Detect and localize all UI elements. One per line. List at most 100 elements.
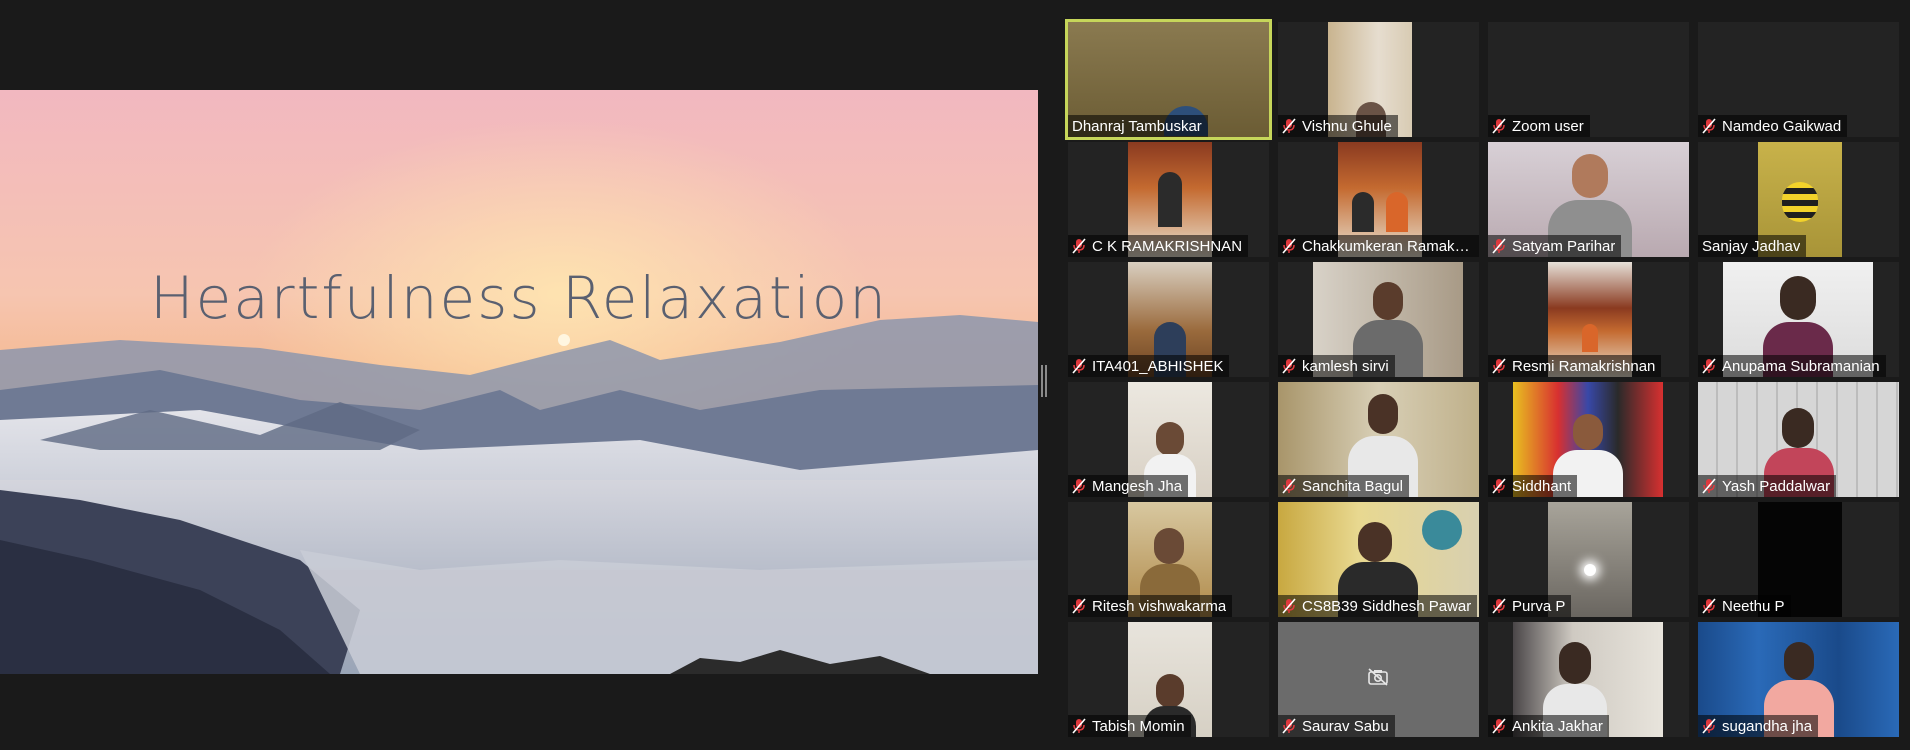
participant-tile[interactable]: Sanchita Bagul [1278,382,1479,497]
participant-tile[interactable]: Yash Paddalwar [1698,382,1899,497]
name-label: Zoom user [1488,115,1590,137]
mic-muted-icon [1282,118,1296,134]
name-label: C K RAMAKRISHNAN [1068,235,1249,257]
participant-name: kamlesh sirvi [1302,357,1389,375]
mic-muted-icon [1702,598,1716,614]
mic-muted-icon [1702,718,1716,734]
participant-name: Chakkumkeran Ramakrishnan [1302,237,1474,255]
participant-name: Dhanraj Tambuskar [1072,117,1202,135]
participant-tile[interactable]: kamlesh sirvi [1278,262,1479,377]
mic-muted-icon [1072,478,1086,494]
participant-tile[interactable]: Resmi Ramakrishnan [1488,262,1689,377]
name-label: Mangesh Jha [1068,475,1189,497]
name-label: Satyam Parihar [1488,235,1622,257]
participant-tile[interactable]: Ankita Jakhar [1488,622,1689,737]
participant-name: sugandha jha [1722,717,1813,735]
name-label: Purva P [1488,595,1572,617]
participant-name: Ritesh vishwakarma [1092,597,1227,615]
participant-name: Namdeo Gaikwad [1722,117,1842,135]
participant-name: Zoom user [1512,117,1584,135]
mic-muted-icon [1282,358,1296,374]
name-label: Sanjay Jadhav [1698,235,1807,257]
name-label: Ritesh vishwakarma [1068,595,1233,617]
mic-muted-icon [1492,118,1506,134]
participant-name: Vishnu Ghule [1302,117,1392,135]
mic-muted-icon [1282,718,1296,734]
mic-muted-icon [1072,238,1086,254]
name-label: Namdeo Gaikwad [1698,115,1848,137]
participant-name: Neethu P [1722,597,1785,615]
mic-muted-icon [1702,478,1716,494]
name-label: CS8B39 Siddhesh Pawar [1278,595,1478,617]
participant-tile[interactable]: Dhanraj Tambuskar [1065,19,1272,140]
participant-name: Satyam Parihar [1512,237,1616,255]
participant-tile[interactable]: Chakkumkeran Ramakrishnan [1278,142,1479,257]
name-label: ITA401_ABHISHEK [1068,355,1230,377]
participant-tile[interactable]: ITA401_ABHISHEK [1068,262,1269,377]
participant-tile[interactable]: Vishnu Ghule [1278,22,1479,137]
participant-name: Siddhant [1512,477,1572,495]
participant-tile[interactable]: Ritesh vishwakarma [1068,502,1269,617]
name-label: Dhanraj Tambuskar [1068,115,1208,137]
participant-name: Sanjay Jadhav [1702,237,1801,255]
participant-tile[interactable]: Saurav Sabu [1278,622,1479,737]
mic-muted-icon [1072,718,1086,734]
name-label: Yash Paddalwar [1698,475,1837,497]
mic-muted-icon [1492,358,1506,374]
participant-name: C K RAMAKRISHNAN [1092,237,1243,255]
participant-tile[interactable]: Anupama Subramanian [1698,262,1899,377]
participant-name: CS8B39 Siddhesh Pawar [1302,597,1472,615]
participant-name: Sanchita Bagul [1302,477,1403,495]
slide-background-image [0,90,1038,674]
name-label: Resmi Ramakrishnan [1488,355,1662,377]
participant-name: Yash Paddalwar [1722,477,1831,495]
shared-screen: Heartfulness Relaxation [0,90,1038,674]
mic-muted-icon [1702,118,1716,134]
name-label: kamlesh sirvi [1278,355,1395,377]
slide-title: Heartfulness Relaxation [149,264,889,332]
participant-tile[interactable]: C K RAMAKRISHNAN [1068,142,1269,257]
participant-gallery: Dhanraj Tambuskar Vishnu Ghule Zoom user… [1065,19,1908,738]
mic-muted-icon [1492,718,1506,734]
participant-tile[interactable]: sugandha jha [1698,622,1899,737]
name-label: Vishnu Ghule [1278,115,1398,137]
participant-tile[interactable]: Satyam Parihar [1488,142,1689,257]
name-label: Sanchita Bagul [1278,475,1409,497]
participant-tile[interactable]: Tabish Momin [1068,622,1269,737]
participant-tile[interactable]: Mangesh Jha [1068,382,1269,497]
mic-muted-icon [1282,238,1296,254]
participant-tile[interactable]: Zoom user [1488,22,1689,137]
mic-muted-icon [1282,478,1296,494]
participant-name: Purva P [1512,597,1566,615]
camera-off-icon [1368,668,1388,686]
name-label: Chakkumkeran Ramakrishnan [1278,235,1479,257]
mic-muted-icon [1072,598,1086,614]
participant-tile[interactable]: CS8B39 Siddhesh Pawar [1278,502,1479,617]
name-label: Neethu P [1698,595,1791,617]
mic-muted-icon [1492,478,1506,494]
mic-muted-icon [1072,358,1086,374]
participant-tile[interactable]: Neethu P [1698,502,1899,617]
name-label: Ankita Jakhar [1488,715,1609,737]
name-label: Saurav Sabu [1278,715,1395,737]
participant-tile[interactable]: Purva P [1488,502,1689,617]
mic-muted-icon [1702,358,1716,374]
participant-name: Resmi Ramakrishnan [1512,357,1656,375]
participant-name: Mangesh Jha [1092,477,1183,495]
name-label: sugandha jha [1698,715,1819,737]
participant-tile[interactable]: Namdeo Gaikwad [1698,22,1899,137]
participant-tile[interactable]: Sanjay Jadhav [1698,142,1899,257]
name-label: Siddhant [1488,475,1578,497]
participant-tile[interactable]: Siddhant [1488,382,1689,497]
participant-name: Saurav Sabu [1302,717,1389,735]
mic-muted-icon [1492,238,1506,254]
participant-name: ITA401_ABHISHEK [1092,357,1224,375]
panel-resize-handle[interactable] [1041,365,1047,397]
name-label: Tabish Momin [1068,715,1191,737]
participant-name: Anupama Subramanian [1722,357,1880,375]
name-label: Anupama Subramanian [1698,355,1886,377]
participant-name: Tabish Momin [1092,717,1185,735]
participant-name: Ankita Jakhar [1512,717,1603,735]
mic-muted-icon [1492,598,1506,614]
mic-muted-icon [1282,598,1296,614]
